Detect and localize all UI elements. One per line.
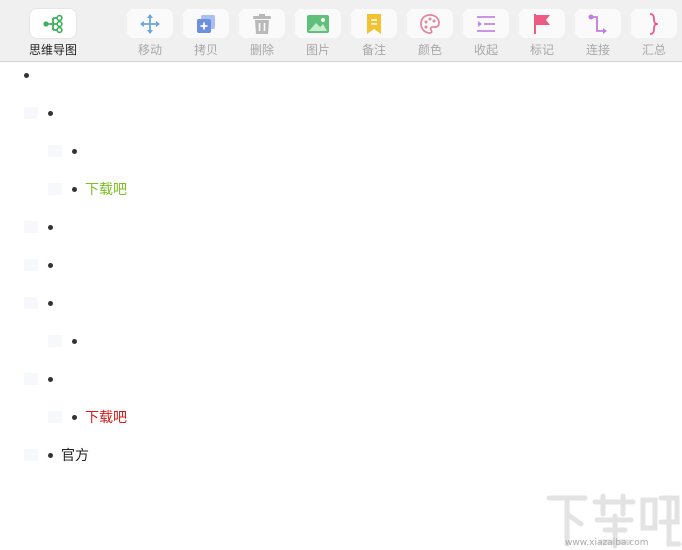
image-button[interactable]: 图片 — [290, 0, 346, 62]
outline-node[interactable] — [24, 291, 61, 315]
summary-button[interactable]: 汇总 — [626, 0, 682, 62]
outline-node[interactable] — [24, 367, 61, 391]
bullet-dot — [72, 338, 77, 344]
outline-node[interactable] — [48, 329, 85, 353]
outline-node[interactable]: 下载吧 — [48, 177, 127, 201]
flag-icon — [519, 9, 565, 38]
bullet-dot — [72, 414, 77, 420]
copy-button[interactable]: 拷贝 — [178, 0, 234, 62]
node-text[interactable]: 官方 — [61, 445, 89, 465]
image-label: 图片 — [305, 43, 330, 57]
move-arrows-icon — [127, 9, 173, 38]
palette-icon — [407, 9, 453, 38]
note-button[interactable]: 备注 — [346, 0, 402, 62]
indent-guide — [24, 373, 38, 385]
color-label: 颜色 — [417, 43, 442, 57]
node-text[interactable]: 下载吧 — [85, 407, 127, 427]
indent-guide — [24, 297, 38, 309]
outline-tree: 下载吧 下载吧 官方 — [0, 63, 682, 483]
indent-guide — [24, 221, 38, 233]
watermark-url: www.xiazaiba.com — [565, 538, 649, 548]
move-label: 移动 — [137, 43, 162, 57]
outline-node[interactable]: 下载吧 — [48, 405, 127, 429]
bullet-dot — [48, 224, 53, 230]
bullet-dot — [48, 300, 53, 306]
bullet-dot — [48, 452, 53, 458]
bullet-dot — [24, 72, 29, 78]
indent-guide — [48, 335, 62, 347]
note-icon — [351, 9, 397, 38]
copy-icon — [183, 9, 229, 38]
trash-icon — [239, 9, 285, 38]
outline-node[interactable] — [24, 215, 61, 239]
outline-node-root[interactable] — [24, 63, 37, 87]
indent-guide — [48, 145, 62, 157]
outline-node[interactable]: 官方 — [24, 443, 89, 467]
toolbar: 思维导图 移动 拷贝 删除 图片 备注 颜色 收起 标记 连接 汇总 — [0, 0, 682, 62]
indent-guide — [24, 259, 38, 271]
bullet-dot — [48, 262, 53, 268]
collapse-icon — [463, 9, 509, 38]
delete-button[interactable]: 删除 — [234, 0, 290, 62]
connect-label: 连接 — [585, 43, 610, 57]
delete-label: 删除 — [249, 43, 274, 57]
outline-node[interactable] — [24, 101, 61, 125]
mark-label: 标记 — [529, 43, 554, 57]
collapse-button[interactable]: 收起 — [458, 0, 514, 62]
mindmap-button[interactable]: 思维导图 — [25, 0, 81, 62]
bullet-dot — [72, 186, 77, 192]
bullet-dot — [48, 110, 53, 116]
node-text[interactable]: 下载吧 — [85, 179, 127, 199]
indent-guide — [48, 183, 62, 195]
image-icon — [295, 9, 341, 38]
connect-button[interactable]: 连接 — [570, 0, 626, 62]
outline-node[interactable] — [24, 253, 61, 277]
move-button[interactable]: 移动 — [122, 0, 178, 62]
mindmap-label: 思维导图 — [28, 43, 77, 57]
copy-label: 拷贝 — [193, 43, 218, 57]
brace-icon — [631, 9, 677, 38]
indent-guide — [24, 107, 38, 119]
indent-guide — [24, 449, 38, 461]
indent-guide — [48, 411, 62, 423]
mark-button[interactable]: 标记 — [514, 0, 570, 62]
color-button[interactable]: 颜色 — [402, 0, 458, 62]
bullet-dot — [48, 376, 53, 382]
summary-label: 汇总 — [641, 43, 666, 57]
collapse-label: 收起 — [473, 43, 498, 57]
bullet-dot — [72, 148, 77, 154]
note-label: 备注 — [361, 43, 386, 57]
outline-node[interactable] — [48, 139, 85, 163]
mindmap-icon — [30, 9, 76, 38]
connector-icon — [575, 9, 621, 38]
